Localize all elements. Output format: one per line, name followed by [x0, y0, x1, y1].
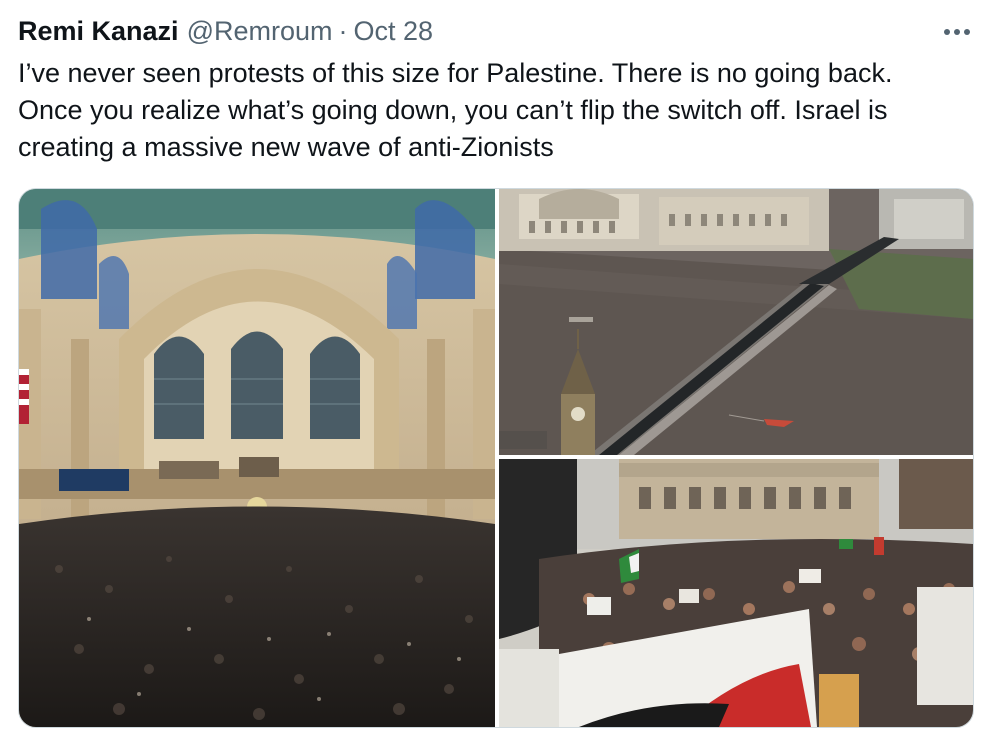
- tweet-text: I’ve never seen protests of this size fo…: [18, 58, 893, 162]
- media-grid: [18, 188, 974, 728]
- author-display-name[interactable]: Remi Kanazi: [18, 14, 179, 48]
- ellipsis-icon: [944, 29, 970, 35]
- tweet: Remi Kanazi @Remroum · Oct 28 I’ve never…: [0, 0, 1000, 749]
- tweet-timestamp[interactable]: Oct 28: [354, 14, 434, 48]
- header-separator: ·: [338, 16, 348, 46]
- author-handle[interactable]: @Remroum: [187, 14, 333, 48]
- photo-station-protest[interactable]: [19, 189, 495, 727]
- station-protest-image: [19, 189, 495, 727]
- bridge-march-image: [499, 189, 973, 455]
- photo-street-protest[interactable]: [499, 459, 973, 727]
- more-options-button[interactable]: [942, 20, 972, 44]
- street-protest-image: [499, 459, 973, 727]
- photo-bridge-march[interactable]: [499, 189, 973, 455]
- tweet-header: Remi Kanazi @Remroum · Oct 28: [18, 14, 433, 48]
